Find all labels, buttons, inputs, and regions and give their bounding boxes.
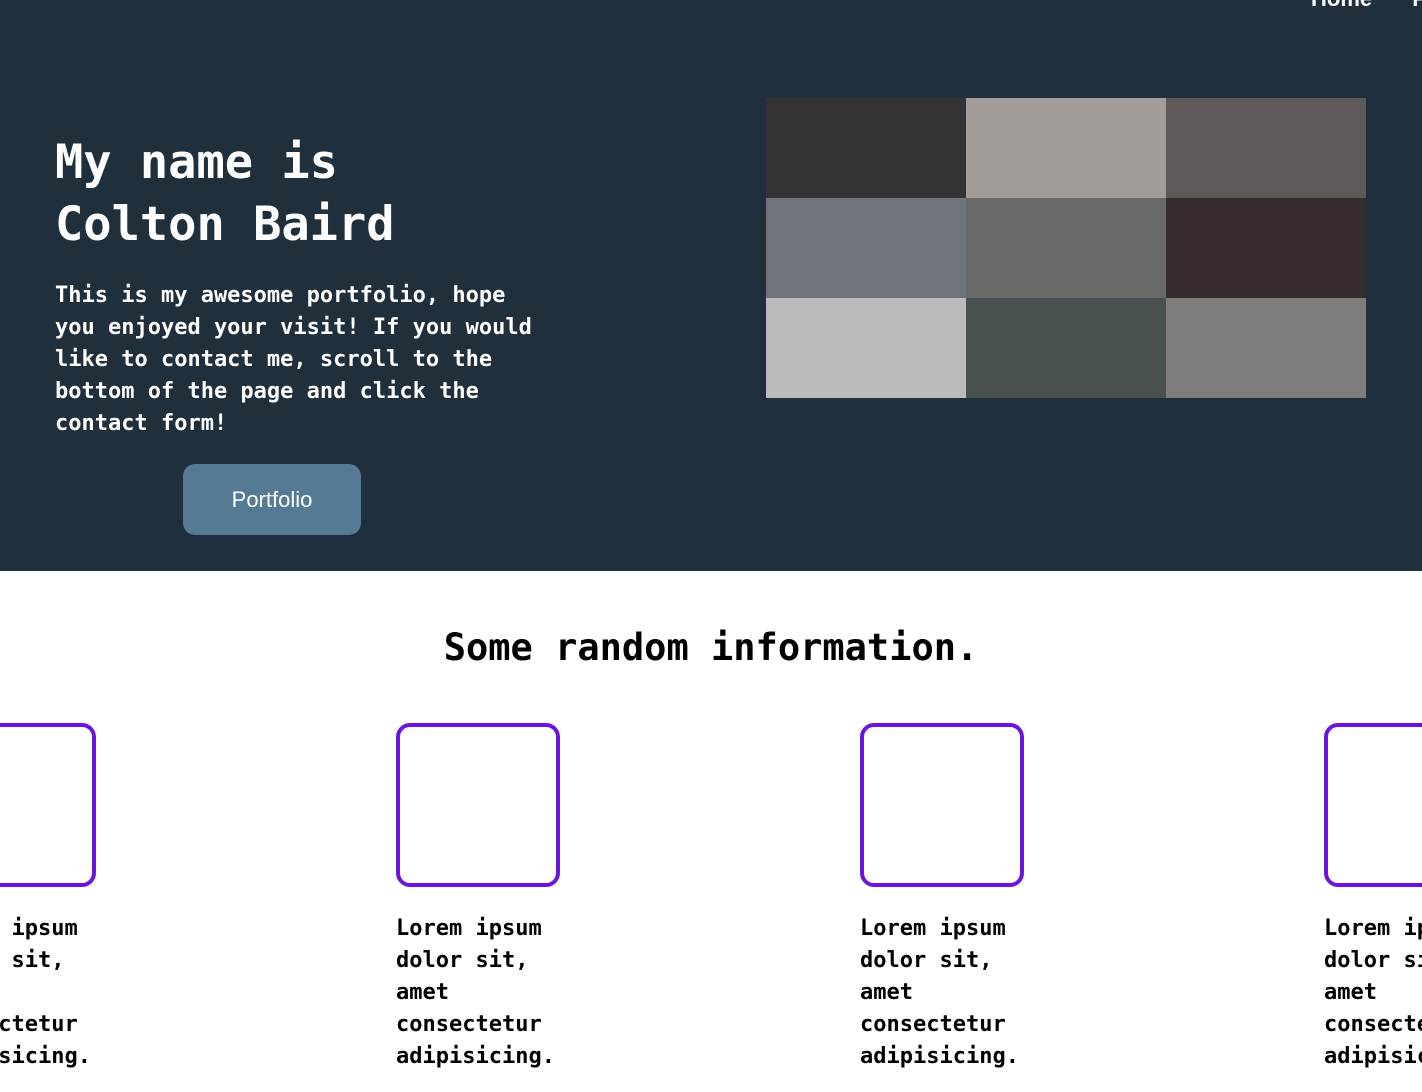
info-card: Lorem ipsum dolor sit, amet consectetur … — [0, 723, 142, 1073]
mosaic-tile — [966, 198, 1166, 298]
nav-home-link[interactable]: Home — [1311, 0, 1372, 12]
info-card: Lorem ipsum dolor sit, amet consectetur … — [860, 723, 1070, 1073]
hero-description: This is my awesome portfolio, hope you e… — [55, 283, 532, 436]
card-text: Lorem ipsum dolor sit, amet consectetur … — [396, 916, 555, 1069]
top-nav: Home Portfolio — [1311, 0, 1422, 12]
info-card: Lorem ipsum dolor sit, amet consectetur … — [396, 723, 606, 1073]
card-text: Lorem ipsum dolor sit, amet consectetur … — [1324, 916, 1422, 1069]
mosaic-tile — [766, 198, 966, 298]
card-icon-box — [1324, 723, 1422, 887]
hero-title: My name is Colton Baird — [55, 135, 395, 252]
hero-section: Home Portfolio My name is Colton Baird T… — [0, 0, 1422, 571]
mosaic-tile — [1166, 198, 1366, 298]
card-icon-box — [860, 723, 1024, 887]
mosaic-tile — [766, 298, 966, 398]
profile-image-mosaic — [766, 98, 1366, 398]
card-text: Lorem ipsum dolor sit, amet consectetur … — [0, 916, 91, 1069]
mosaic-tile — [966, 298, 1166, 398]
card-text: Lorem ipsum dolor sit, amet consectetur … — [860, 916, 1019, 1069]
mosaic-tile — [766, 98, 966, 198]
mosaic-tile — [1166, 98, 1366, 198]
info-card: Lorem ipsum dolor sit, amet consectetur … — [1324, 723, 1422, 1073]
card-icon-box — [396, 723, 560, 887]
mosaic-tile — [966, 98, 1166, 198]
card-icon-box — [0, 723, 96, 887]
nav-portfolio-link[interactable]: Portfolio — [1412, 0, 1422, 12]
info-section-title: Some random information. — [443, 626, 979, 669]
mosaic-tile — [1166, 298, 1366, 398]
portfolio-button[interactable]: Portfolio — [183, 464, 361, 535]
info-cards: Lorem ipsum dolor sit, amet consectetur … — [0, 723, 1422, 1092]
